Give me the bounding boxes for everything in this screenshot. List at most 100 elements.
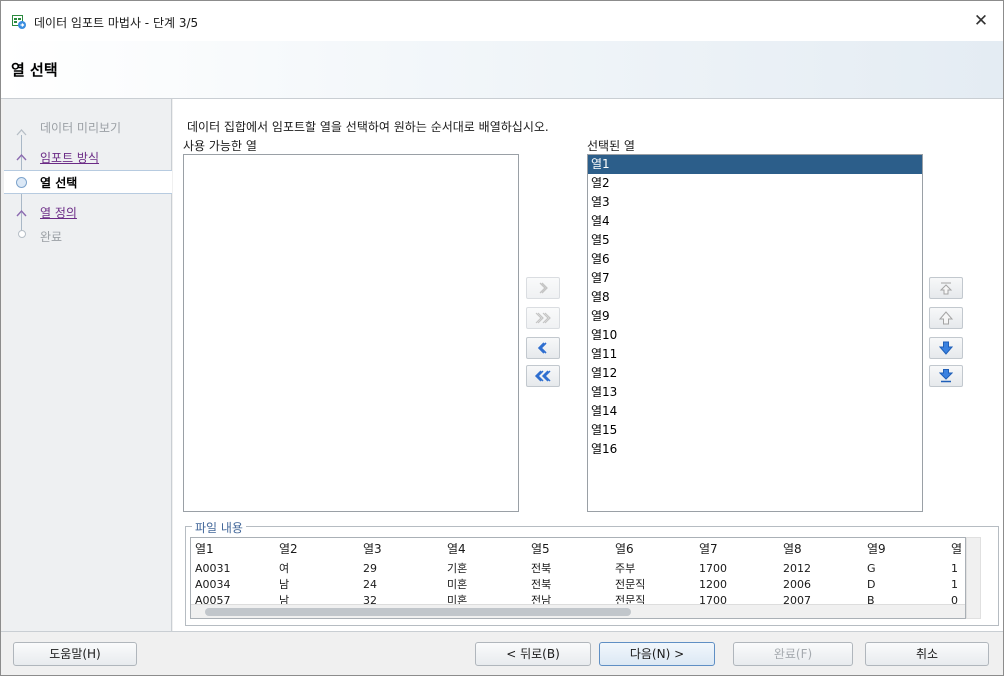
move-to-top-button[interactable]: [929, 277, 963, 299]
selected-column-item[interactable]: 열9: [588, 307, 922, 326]
move-all-right-button[interactable]: [526, 307, 560, 329]
selected-column-item[interactable]: 열15: [588, 421, 922, 440]
selected-column-item[interactable]: 열11: [588, 345, 922, 364]
vertical-scrollbar[interactable]: [966, 537, 981, 619]
selected-columns-list[interactable]: 열1 열2 열3 열4 열5 열6 열7 열8 열9 열10 열11 열12 열13 열14 열15 열16: [587, 154, 923, 512]
instruction-text: 데이터 집합에서 임포트할 열을 선택하여 원하는 순서대로 배열하십시오.: [187, 120, 549, 134]
page-title: 열 선택: [11, 61, 58, 79]
preview-cell: 1: [951, 578, 958, 591]
preview-cell: 32: [363, 594, 377, 604]
horizontal-scroll-thumb[interactable]: [205, 608, 631, 616]
preview-cell: 1700: [699, 562, 727, 575]
preview-header-cell: 열4: [447, 542, 466, 556]
preview-cell: G: [867, 562, 876, 575]
preview-cell: 전문직: [615, 578, 646, 591]
step-column-define[interactable]: 열 정의: [4, 201, 172, 225]
preview-row: A0057 남 32 미혼 전남 전문직 1700 2007 B 0: [191, 593, 965, 604]
preview-header-cell: 열: [951, 542, 963, 556]
preview-header-cell: 열6: [615, 542, 634, 556]
step-label: 열 정의: [40, 206, 77, 220]
step-column-select: 열 선택: [4, 170, 172, 194]
step-data-preview: 데이터 미리보기: [4, 116, 172, 140]
move-right-button[interactable]: [526, 277, 560, 299]
move-to-bottom-button[interactable]: [929, 365, 963, 387]
page-header: 열 선택: [1, 41, 1003, 99]
step-label: 임포트 방식: [40, 151, 100, 165]
preview-row: A0031 여 29 기혼 전북 주부 1700 2012 G 1: [191, 561, 965, 577]
selected-column-item[interactable]: 열14: [588, 402, 922, 421]
preview-cell: 남: [279, 594, 290, 604]
selected-column-item[interactable]: 열12: [588, 364, 922, 383]
preview-header-cell: 열1: [195, 542, 214, 556]
horizontal-scrollbar[interactable]: [191, 604, 965, 618]
file-preview-grid[interactable]: 열1 열2 열3 열4 열5 열6 열7 열8 열9 열 A0031 여 29 …: [190, 537, 966, 619]
preview-cell: 24: [363, 578, 377, 591]
preview-row: A0034 남 24 미혼 전북 전문직 1200 2006 D 1: [191, 577, 965, 593]
wizard-steps-nav: 데이터 미리보기 임포트 방식 열 선택 열 정의 완료: [4, 99, 172, 631]
selected-column-item[interactable]: 열5: [588, 231, 922, 250]
preview-header-cell: 열2: [279, 542, 298, 556]
arrow-bottom-icon: [939, 369, 953, 383]
preview-header-row: 열1 열2 열3 열4 열5 열6 열7 열8 열9 열: [191, 538, 965, 560]
step-finish: 완료: [4, 225, 172, 249]
close-button[interactable]: ✕: [959, 1, 1003, 41]
window-title: 데이터 임포트 마법사 - 단계 3/5: [34, 16, 199, 30]
preview-cell: 전남: [531, 594, 552, 604]
cancel-button[interactable]: 취소: [865, 642, 989, 666]
arrow-up-icon: [939, 311, 953, 325]
preview-header-cell: 열8: [783, 542, 802, 556]
back-button[interactable]: < 뒤로(B): [475, 642, 591, 666]
preview-header-cell: 열7: [699, 542, 718, 556]
selected-column-item[interactable]: 열13: [588, 383, 922, 402]
file-content-legend: 파일 내용: [192, 519, 246, 536]
preview-cell: 기혼: [447, 562, 468, 575]
double-chevron-right-icon: [535, 312, 551, 324]
preview-cell: 전북: [531, 562, 552, 575]
move-up-button[interactable]: [929, 307, 963, 329]
available-columns-label: 사용 가능한 열: [183, 139, 257, 153]
main-panel: 데이터 집합에서 임포트할 열을 선택하여 원하는 순서대로 배열하십시오. 사…: [173, 99, 1003, 631]
file-content-group: 파일 내용 열1 열2 열3 열4 열5 열6 열7 열8 열9 열 A0031…: [185, 519, 999, 626]
preview-cell: A0031: [195, 562, 231, 575]
wizard-window: 데이터 임포트 마법사 - 단계 3/5 ✕ 열 선택 데이터 미리보기 임포트…: [0, 0, 1004, 676]
selected-column-item[interactable]: 열16: [588, 440, 922, 459]
preview-header-cell: 열5: [531, 542, 550, 556]
close-icon: ✕: [973, 11, 989, 31]
preview-cell: 1200: [699, 578, 727, 591]
available-columns-list[interactable]: [183, 154, 519, 512]
double-chevron-left-icon: [534, 370, 551, 382]
selected-column-item[interactable]: 열1: [588, 155, 922, 174]
help-button[interactable]: 도움말(H): [13, 642, 137, 666]
next-button[interactable]: 다음(N) >: [599, 642, 715, 666]
selected-column-item[interactable]: 열7: [588, 269, 922, 288]
finish-button[interactable]: 완료(F): [733, 642, 853, 666]
preview-cell: 1700: [699, 594, 727, 604]
selected-column-item[interactable]: 열4: [588, 212, 922, 231]
preview-cell: 미혼: [447, 594, 468, 604]
chevron-left-icon: [537, 342, 547, 354]
title-bar: 데이터 임포트 마법사 - 단계 3/5 ✕: [1, 1, 1003, 41]
preview-cell: D: [867, 578, 876, 591]
chevron-right-icon: [539, 282, 548, 294]
preview-cell: 여: [279, 562, 290, 575]
step-label: 완료: [40, 230, 63, 244]
move-all-left-button[interactable]: [526, 365, 560, 387]
preview-cell: 전북: [531, 578, 552, 591]
preview-cell: A0057: [195, 594, 231, 604]
preview-cell: 전문직: [615, 594, 646, 604]
selected-column-item[interactable]: 열3: [588, 193, 922, 212]
preview-cell: 미혼: [447, 578, 468, 591]
move-down-button[interactable]: [929, 337, 963, 359]
step-import-method[interactable]: 임포트 방식: [4, 146, 172, 170]
selected-column-item[interactable]: 열8: [588, 288, 922, 307]
arrow-down-icon: [939, 341, 953, 355]
selected-columns-label: 선택된 열: [587, 139, 635, 153]
selected-column-item[interactable]: 열6: [588, 250, 922, 269]
step-current-icon: [16, 177, 27, 188]
selected-column-item[interactable]: 열10: [588, 326, 922, 345]
move-left-button[interactable]: [526, 337, 560, 359]
selected-column-item[interactable]: 열2: [588, 174, 922, 193]
arrow-top-icon: [939, 282, 953, 295]
preview-header-cell: 열3: [363, 542, 382, 556]
preview-cell: 남: [279, 578, 290, 591]
